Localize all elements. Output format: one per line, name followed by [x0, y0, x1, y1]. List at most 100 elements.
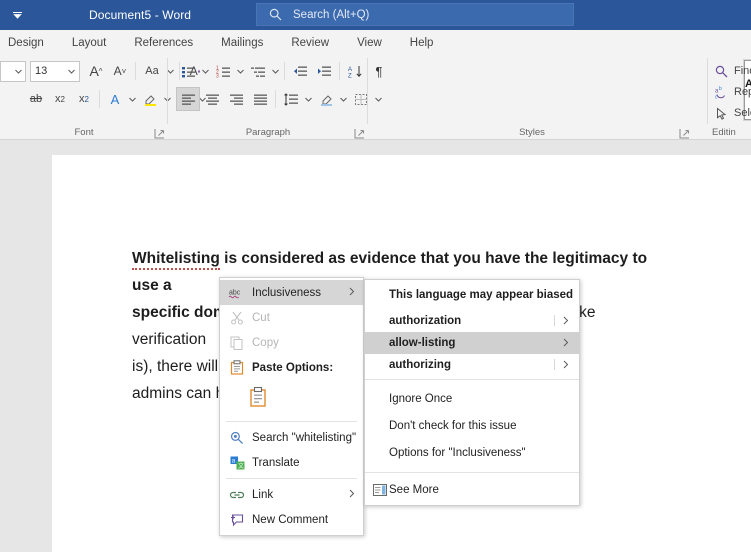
- shrink-font-icon[interactable]: A˅: [108, 59, 132, 83]
- word-window: Document5 - Word Search (Alt+Q) Design L…: [0, 0, 751, 552]
- font-size-combo[interactable]: 13: [30, 61, 80, 82]
- chevron-down-icon[interactable]: [270, 59, 281, 83]
- chevron-right-icon[interactable]: [554, 315, 569, 327]
- submenu-item-ignore-once[interactable]: Ignore Once: [365, 388, 579, 410]
- context-menu-item-paste-options: Paste Options:: [220, 355, 363, 380]
- bullets-icon[interactable]: [176, 59, 200, 83]
- suggestion-allow-listing[interactable]: allow-listing: [365, 332, 579, 354]
- submenu-action-label: Don't check for this issue: [389, 420, 516, 432]
- sort-icon[interactable]: AZ: [343, 59, 367, 83]
- chevron-down-icon[interactable]: [303, 87, 314, 111]
- context-menu-item-link[interactable]: Link: [220, 482, 363, 507]
- tab-mailings[interactable]: Mailings: [207, 30, 277, 55]
- tab-view[interactable]: View: [343, 30, 396, 55]
- shading-icon[interactable]: [314, 87, 338, 111]
- chevron-down-icon[interactable]: [127, 87, 138, 111]
- subscript-icon[interactable]: x2: [48, 87, 72, 111]
- text-effects-icon[interactable]: A: [103, 87, 127, 111]
- submenu-item-dont-check[interactable]: Don't check for this issue: [365, 415, 579, 437]
- align-right-icon[interactable]: [224, 87, 248, 111]
- submenu-action-label: Ignore Once: [389, 393, 452, 405]
- justify-icon[interactable]: [248, 87, 272, 111]
- select-button[interactable]: Sele: [714, 103, 751, 123]
- paste-options-row: [220, 380, 363, 418]
- paste-keep-formatting-icon[interactable]: [248, 386, 268, 413]
- numbering-icon[interactable]: 123: [211, 59, 235, 83]
- chevron-down-icon[interactable]: [338, 87, 349, 111]
- context-menu-label: Link: [252, 489, 273, 501]
- select-icon: [714, 106, 729, 121]
- font-name-combo[interactable]: [0, 61, 26, 82]
- chevron-down-icon[interactable]: [235, 59, 246, 83]
- paragraph-dialog-launcher-icon[interactable]: [354, 126, 365, 137]
- paste-icon: [226, 360, 248, 375]
- ribbon-group-editing: Find abc Repl Sele Editin: [708, 55, 751, 140]
- replace-icon: abc: [714, 85, 729, 100]
- chevron-down-icon: [14, 62, 23, 80]
- suggestion-authorizing[interactable]: authorizing: [365, 354, 579, 376]
- multilevel-list-icon[interactable]: [246, 59, 270, 83]
- tab-layout[interactable]: Layout: [58, 30, 121, 55]
- superscript-icon[interactable]: x2: [72, 87, 96, 111]
- grow-font-icon[interactable]: A^: [84, 59, 108, 83]
- see-more-label: See More: [389, 484, 439, 496]
- cut-icon: [226, 311, 248, 325]
- document-title: Document5 - Word: [89, 8, 191, 22]
- search-box[interactable]: Search (Alt+Q): [256, 3, 574, 26]
- chevron-down-icon[interactable]: [200, 59, 211, 83]
- strikethrough-icon[interactable]: ab: [24, 87, 48, 111]
- ribbon-group-styles: AaBbCcDc ¶ Normal AaBbCcDc ¶ No Spac... …: [368, 55, 708, 140]
- svg-text:文: 文: [238, 462, 244, 470]
- new-comment-icon: [226, 513, 248, 527]
- change-case-icon[interactable]: Aa: [139, 59, 165, 83]
- svg-text:b: b: [719, 86, 722, 92]
- chevron-right-icon[interactable]: [563, 338, 569, 349]
- search-icon: [226, 431, 248, 445]
- context-menu-label: Cut: [252, 312, 270, 324]
- submenu-item-see-more[interactable]: See More: [365, 476, 579, 503]
- context-menu-item-new-comment[interactable]: New Comment: [220, 507, 363, 532]
- context-menu-item-copy: Copy: [220, 330, 363, 355]
- styles-dialog-launcher-icon[interactable]: [679, 126, 690, 137]
- context-menu[interactable]: abc Inclusiveness Cut Copy Paste Options…: [219, 277, 364, 536]
- context-menu-item-translate[interactable]: a文 Translate: [220, 450, 363, 475]
- context-menu-item-search[interactable]: Search "whitelisting": [220, 425, 363, 450]
- find-button[interactable]: Find: [714, 61, 751, 81]
- tab-help[interactable]: Help: [396, 30, 448, 55]
- chevron-down-icon[interactable]: [0, 0, 34, 30]
- menu-separator: [365, 472, 579, 473]
- whitelisting-misspelled-word[interactable]: Whitelisting: [132, 250, 220, 270]
- spelling-abc-icon: abc: [226, 287, 248, 299]
- chevron-right-icon: [349, 287, 355, 299]
- tab-review[interactable]: Review: [277, 30, 343, 55]
- bold-icon[interactable]: [0, 87, 24, 111]
- svg-text:A: A: [348, 67, 352, 73]
- font-dialog-launcher-icon[interactable]: [154, 126, 165, 137]
- decrease-indent-icon[interactable]: [288, 59, 312, 83]
- ribbon: 13 A^ A˅ Aa A⬪: [0, 55, 751, 140]
- context-menu-label: Search "whitelisting": [252, 432, 356, 444]
- menu-separator: [226, 421, 357, 422]
- paragraph-group-label: Paragraph: [168, 127, 368, 138]
- title-bar: Document5 - Word Search (Alt+Q): [0, 0, 751, 30]
- align-center-icon[interactable]: [200, 87, 224, 111]
- menu-separator: [226, 478, 357, 479]
- svg-text:3: 3: [216, 73, 219, 78]
- text-highlight-color-icon[interactable]: [138, 87, 162, 111]
- styles-group-label: Styles: [374, 127, 690, 138]
- increase-indent-icon[interactable]: [312, 59, 336, 83]
- line-spacing-icon[interactable]: [279, 87, 303, 111]
- search-placeholder: Search (Alt+Q): [293, 9, 369, 21]
- chevron-down-icon: [66, 62, 77, 80]
- align-left-icon[interactable]: [176, 87, 200, 111]
- submenu-item-options[interactable]: Options for "Inclusiveness": [365, 442, 579, 464]
- tab-references[interactable]: References: [120, 30, 207, 55]
- suggestion-authorization[interactable]: authorization: [365, 310, 579, 332]
- chevron-right-icon[interactable]: [554, 359, 569, 371]
- inclusiveness-submenu[interactable]: This language may appear biased authoriz…: [364, 279, 580, 506]
- translate-icon: a文: [226, 456, 248, 470]
- chevron-right-icon: [349, 489, 355, 501]
- replace-button[interactable]: abc Repl: [714, 82, 751, 102]
- context-menu-item-inclusiveness[interactable]: abc Inclusiveness: [220, 280, 363, 305]
- tab-design[interactable]: Design: [0, 30, 58, 55]
